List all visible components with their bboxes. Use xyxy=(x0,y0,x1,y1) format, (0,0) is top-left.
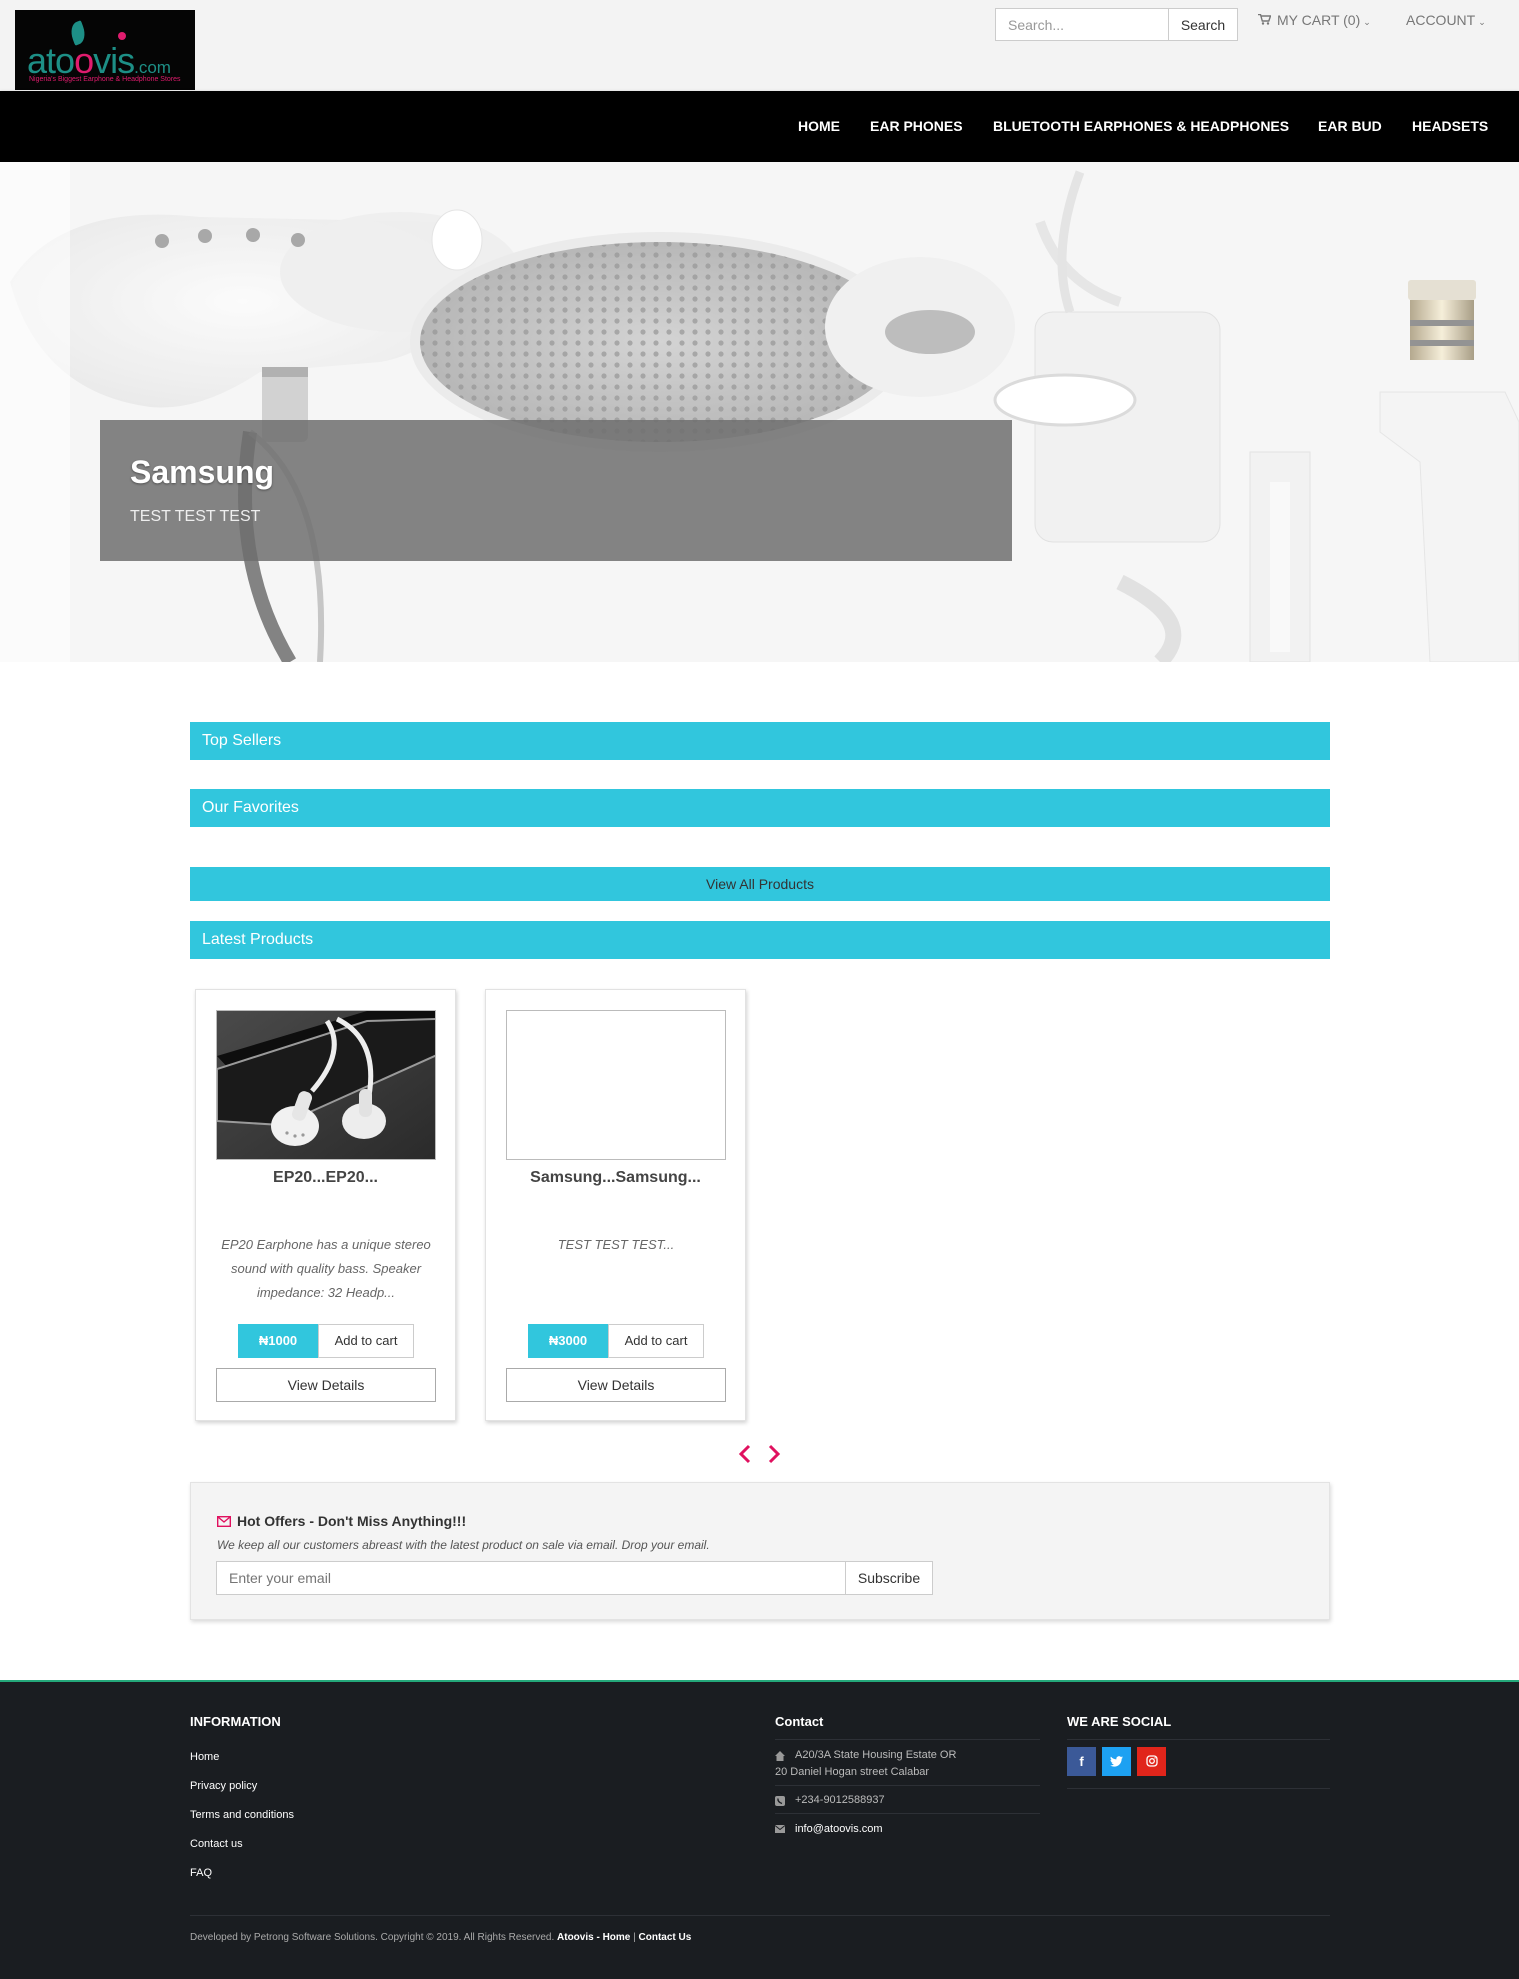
product-image[interactable] xyxy=(216,1010,436,1160)
product-price: ₦1000 xyxy=(238,1324,318,1358)
search-form: Search xyxy=(995,8,1238,41)
footer-social-heading: WE ARE SOCIAL xyxy=(1067,1714,1172,1729)
product-name[interactable]: Samsung...Samsung... xyxy=(486,1169,745,1187)
divider xyxy=(775,1739,1040,1740)
add-to-cart-button[interactable]: Add to cart xyxy=(318,1324,414,1358)
footer-link-contact[interactable]: Contact us xyxy=(190,1838,243,1850)
divider xyxy=(1067,1788,1330,1789)
site-logo[interactable]: atoovis.com Nigeria's Biggest Earphone &… xyxy=(15,10,195,90)
product-image[interactable] xyxy=(506,1010,726,1160)
newsletter-box: Hot Offers - Don't Miss Anything!!! We k… xyxy=(190,1482,1330,1620)
facebook-icon[interactable]: f xyxy=(1067,1747,1096,1776)
section-our-favorites: Our Favorites xyxy=(190,789,1330,827)
footer-email[interactable]: info@atoovis.com xyxy=(795,1821,883,1837)
footer-home-link[interactable]: Atoovis - Home xyxy=(557,1932,630,1943)
email-field[interactable] xyxy=(216,1561,846,1595)
copyright-notice: Developed by Petrong Software Solutions.… xyxy=(190,1932,555,1943)
add-to-cart-button[interactable]: Add to cart xyxy=(608,1324,704,1358)
cart-link[interactable]: MY CART (0) ⌄ xyxy=(1258,12,1371,28)
divider xyxy=(190,1915,1330,1916)
chevron-down-icon: ⌄ xyxy=(1363,17,1371,27)
carousel-prev-icon[interactable] xyxy=(738,1444,752,1464)
divider xyxy=(775,1785,1040,1786)
logo-dot xyxy=(118,32,126,40)
phone-icon xyxy=(775,1796,785,1806)
hero-title: Samsung xyxy=(130,454,275,490)
search-button[interactable]: Search xyxy=(1168,8,1238,41)
product-card: Samsung...Samsung... TEST TEST TEST... ₦… xyxy=(485,989,746,1421)
footer-link-terms[interactable]: Terms and conditions xyxy=(190,1809,294,1821)
twitter-icon[interactable] xyxy=(1102,1747,1131,1776)
footer-link-privacy[interactable]: Privacy policy xyxy=(190,1780,257,1792)
nav-item-ear-phones[interactable]: EAR PHONES xyxy=(870,118,963,134)
cart-icon xyxy=(1258,14,1271,25)
account-link[interactable]: ACCOUNT ⌄ xyxy=(1406,12,1486,28)
search-input[interactable] xyxy=(996,9,1168,40)
copyright-text: Developed by Petrong Software Solutions.… xyxy=(190,1932,691,1943)
nav-item-home[interactable]: HOME xyxy=(798,118,840,134)
account-label: ACCOUNT xyxy=(1406,12,1476,28)
footer-address-line1: A20/3A State Housing Estate OR xyxy=(795,1749,957,1761)
view-details-button[interactable]: View Details xyxy=(506,1368,726,1402)
product-card: EP20...EP20... EP20 Earphone has a uniqu… xyxy=(195,989,456,1421)
nav-item-bluetooth[interactable]: BLUETOOTH EARPHONES & HEADPHONES xyxy=(993,118,1289,134)
newsletter-text: We keep all our customers abreast with t… xyxy=(217,1538,710,1552)
hero-caption: Samsung TEST TEST TEST xyxy=(100,420,1012,561)
newsletter-title: Hot Offers - Don't Miss Anything!!! xyxy=(237,1513,467,1529)
product-description: EP20 Earphone has a unique stereo sound … xyxy=(221,1237,431,1300)
nav-item-ear-bud[interactable]: EAR BUD xyxy=(1318,118,1382,134)
envelope-icon xyxy=(217,1516,231,1527)
hero-earphones-image xyxy=(0,162,1519,662)
footer-info-heading: INFORMATION xyxy=(190,1714,281,1729)
earphones-product-image xyxy=(217,1011,435,1159)
main-nav: HOME EAR PHONES BLUETOOTH EARPHONES & HE… xyxy=(0,91,1519,162)
footer-link-home[interactable]: Home xyxy=(190,1751,219,1763)
footer-contact-heading: Contact xyxy=(775,1714,824,1729)
envelope-icon xyxy=(775,1825,785,1833)
hero-subtitle: TEST TEST TEST xyxy=(130,508,261,525)
nav-item-headsets[interactable]: HEADSETS xyxy=(1412,118,1488,134)
footer-phone: +234-9012588937 xyxy=(795,1794,885,1806)
product-description: TEST TEST TEST... xyxy=(557,1237,675,1252)
divider xyxy=(775,1813,1040,1814)
site-footer: INFORMATION Home Privacy policy Terms an… xyxy=(0,1680,1519,1979)
footer-contact-link[interactable]: Contact Us xyxy=(639,1932,692,1943)
footer-address-line2: 20 Daniel Hogan street Calabar xyxy=(775,1766,930,1778)
section-latest-products: Latest Products xyxy=(190,921,1330,959)
home-icon xyxy=(775,1751,785,1761)
top-bar: atoovis.com Nigeria's Biggest Earphone &… xyxy=(0,0,1519,91)
subscribe-button[interactable]: Subscribe xyxy=(845,1561,933,1595)
section-top-sellers: Top Sellers xyxy=(190,722,1330,760)
product-price: ₦3000 xyxy=(528,1324,608,1358)
divider xyxy=(1067,1739,1330,1740)
cart-label: MY CART (0) xyxy=(1277,12,1361,28)
product-name[interactable]: EP20...EP20... xyxy=(196,1169,455,1187)
view-all-products-button[interactable]: View All Products xyxy=(190,867,1330,901)
chevron-down-icon: ⌄ xyxy=(1478,17,1486,27)
instagram-icon[interactable] xyxy=(1137,1747,1166,1776)
footer-link-faq[interactable]: FAQ xyxy=(190,1867,212,1879)
carousel-next-icon[interactable] xyxy=(767,1444,781,1464)
logo-tagline: Nigeria's Biggest Earphone & Headphone S… xyxy=(29,76,181,83)
view-details-button[interactable]: View Details xyxy=(216,1368,436,1402)
hero-slider[interactable]: Samsung TEST TEST TEST xyxy=(0,162,1519,662)
copyright-separator: | xyxy=(633,1932,636,1943)
